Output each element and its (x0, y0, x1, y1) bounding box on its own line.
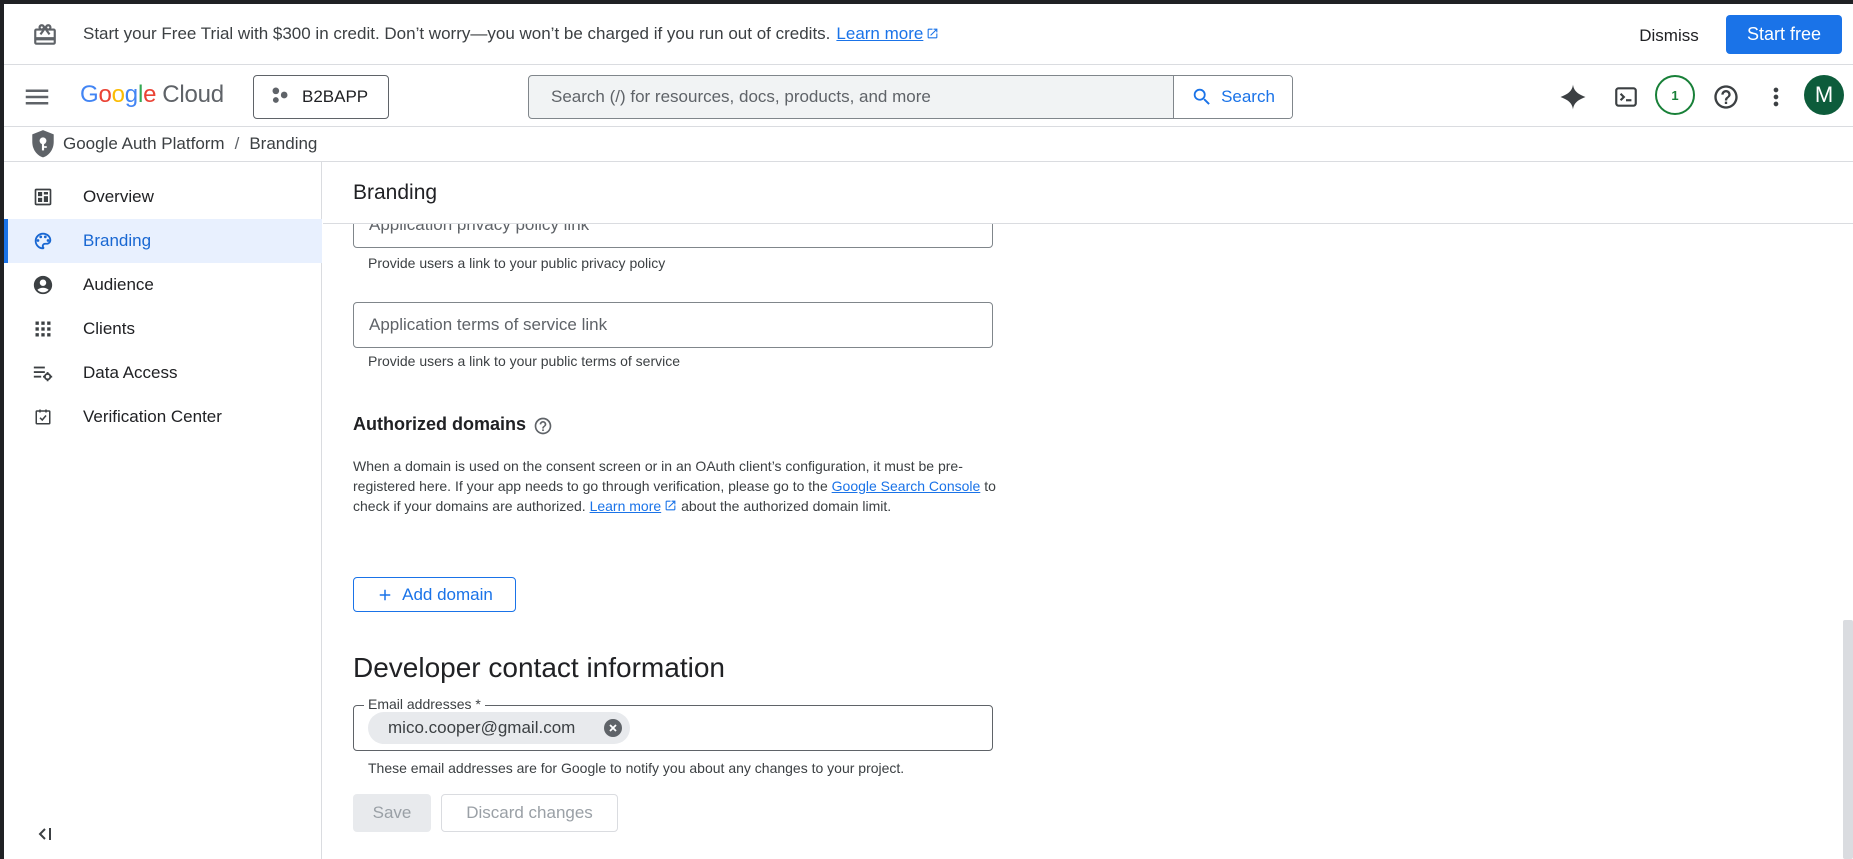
terms-of-service-input[interactable] (354, 303, 992, 347)
start-free-button[interactable]: Start free (1726, 15, 1842, 54)
banner-message: Start your Free Trial with $300 in credi… (83, 24, 939, 44)
google-cloud-logo[interactable]: Google Cloud (80, 81, 224, 109)
main-content: Branding Provide users a link to your pu… (323, 162, 1853, 859)
sidebar-item-label: Clients (83, 319, 135, 338)
sidebar-item-verification-center[interactable]: Verification Center (4, 395, 322, 439)
logo-letter: e (143, 81, 157, 108)
external-link-icon (927, 28, 938, 39)
search-button-label: Search (1221, 87, 1275, 106)
hamburger-menu-icon[interactable] (22, 82, 52, 112)
help-icon[interactable] (1709, 80, 1743, 114)
dashboard-icon (32, 186, 54, 208)
banner-learn-more-link[interactable]: Learn more (836, 24, 939, 43)
help-circle-icon[interactable] (533, 416, 553, 436)
page-title: Branding (353, 181, 438, 204)
developer-contact-title: Developer contact information (353, 652, 725, 683)
more-vert-icon[interactable] (1759, 80, 1793, 114)
remove-chip-icon[interactable] (604, 719, 622, 737)
save-button[interactable]: Save (353, 794, 431, 832)
auth-shield-icon (30, 129, 56, 159)
sidebar-item-data-access[interactable]: Data Access (4, 351, 322, 395)
breadcrumb-trail: Google Auth Platform / Branding (63, 134, 317, 154)
sidebar-item-label: Overview (83, 187, 154, 206)
learn-more-label: Learn more (589, 498, 662, 514)
email-addresses-label: Email addresses * (364, 696, 485, 712)
terms-of-service-field (353, 302, 993, 348)
google-search-console-link[interactable]: Google Search Console (832, 478, 981, 494)
sidebar-item-label: Data Access (83, 363, 178, 382)
project-picker-button[interactable]: B2BAPP (253, 75, 389, 119)
discard-changes-button[interactable]: Discard changes (441, 794, 618, 832)
email-chip: mico.cooper@gmail.com (368, 712, 630, 744)
logo-letter: o (98, 81, 112, 108)
gemini-sparkle-icon[interactable] (1556, 80, 1590, 114)
add-domain-label: Add domain (402, 584, 493, 604)
project-hub-icon (270, 85, 290, 110)
logo-product-name: Cloud (162, 81, 224, 108)
sidebar-nav: Overview Branding Audience Clients Data … (4, 162, 322, 859)
email-chip-text: mico.cooper@gmail.com (388, 718, 576, 737)
collapse-sidebar-icon[interactable] (34, 822, 58, 846)
add-domain-button[interactable]: Add domain (353, 577, 516, 612)
top-header: GoogleCloud B2BAPP Search 1 M (4, 65, 1853, 127)
email-addresses-field[interactable]: Email addresses * mico.cooper@gmail.com (353, 696, 993, 751)
banner-learn-more-label: Learn more (836, 24, 924, 43)
apps-grid-icon (32, 318, 54, 340)
scrollbar-thumb[interactable] (1843, 620, 1853, 859)
logo-letter: g (124, 81, 138, 108)
auth-desc-text: about the authorized domain limit. (681, 498, 892, 514)
account-circle-icon (32, 274, 54, 296)
authorized-domains-description: When a domain is used on the consent scr… (353, 456, 998, 516)
sidebar-item-overview[interactable]: Overview (4, 175, 322, 219)
breadcrumb: Google Auth Platform / Branding (4, 127, 1853, 162)
search-bar: Search (528, 75, 1293, 119)
free-trial-banner: Start your Free Trial with $300 in credi… (4, 4, 1853, 65)
breadcrumb-separator: / (234, 134, 240, 153)
sidebar-item-audience[interactable]: Audience (4, 263, 322, 307)
privacy-policy-helper: Provide users a link to your public priv… (368, 255, 666, 271)
dismiss-button[interactable]: Dismiss (1619, 18, 1719, 54)
cloud-shell-terminal-icon[interactable] (1609, 80, 1643, 114)
banner-text: Start your Free Trial with $300 in credi… (83, 24, 831, 43)
data-access-icon (32, 362, 54, 384)
plus-icon (379, 589, 391, 600)
project-name: B2BAPP (302, 87, 369, 106)
sidebar-item-branding[interactable]: Branding (4, 219, 322, 263)
terms-of-service-helper: Provide users a link to your public term… (368, 353, 681, 369)
notification-count-badge[interactable]: 1 (1655, 75, 1695, 115)
search-button[interactable]: Search (1173, 76, 1292, 118)
authorized-domains-title: Authorized domains (353, 414, 527, 434)
logo-letter: G (80, 81, 99, 108)
logo-letter: o (111, 81, 125, 108)
email-addresses-helper: These email addresses are for Google to … (368, 760, 905, 776)
sidebar-item-label: Branding (83, 231, 152, 250)
sidebar-item-label: Audience (83, 275, 154, 294)
page-title-bar: Branding (323, 162, 1853, 224)
external-link-icon (665, 500, 676, 511)
sidebar-item-label: Verification Center (83, 407, 222, 426)
breadcrumb-current: Branding (249, 134, 318, 153)
breadcrumb-root-link[interactable]: Google Auth Platform (63, 134, 225, 153)
search-input[interactable] (529, 76, 1173, 118)
palette-icon (32, 230, 54, 252)
gift-icon (32, 22, 58, 48)
account-avatar[interactable]: M (1804, 75, 1844, 115)
sidebar-item-clients[interactable]: Clients (4, 307, 322, 351)
verification-check-icon (32, 406, 54, 428)
domain-limit-learn-more-link[interactable]: Learn more (590, 498, 678, 514)
search-icon (1193, 88, 1210, 105)
